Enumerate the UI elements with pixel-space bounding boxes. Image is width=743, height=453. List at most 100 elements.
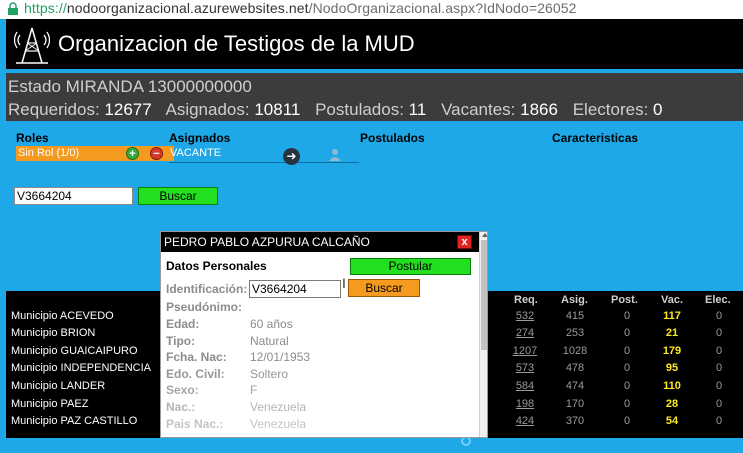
req-link[interactable]: 532 (505, 310, 545, 322)
post-value: 0 (623, 327, 631, 339)
modal-header: PEDRO PABLO AZPURUA CALCAÑO x (161, 232, 479, 252)
electores-value: 0 (653, 100, 663, 119)
col-header-postulados: Postulados (360, 131, 425, 145)
elec-value: 0 (715, 327, 723, 339)
postulados-value: 11 (408, 100, 427, 119)
elec-value: 0 (715, 380, 723, 392)
section-title: Datos Personales (166, 259, 267, 273)
field-label-identificacion: Identificación: (166, 282, 248, 296)
field-value-edad: 60 años (250, 317, 293, 331)
header-vac: Vac. (661, 294, 684, 306)
req-link[interactable]: 584 (505, 380, 545, 392)
vac-value: 117 (663, 310, 681, 322)
req-link[interactable]: 424 (505, 415, 545, 427)
municipio-name[interactable]: Municipio ACEVEDO (11, 310, 114, 322)
remove-icon[interactable]: − (150, 147, 163, 160)
req-link[interactable]: 198 (505, 398, 545, 410)
url-host: nodoorganizacional.azurewebsites.net (66, 0, 309, 16)
municipio-name[interactable]: Municipio GUAICAIPURO (11, 345, 138, 357)
postulados-label: Postulados: (315, 100, 404, 119)
stats-bar: Estado MIRANDA 13000000000 Requeridos: 1… (6, 71, 743, 121)
field-label-pais-nac: Pais Nac.: (166, 417, 224, 431)
modal-scrollbar[interactable] (479, 232, 487, 437)
search-button[interactable]: Buscar (138, 187, 218, 205)
elec-value: 0 (715, 362, 723, 374)
bottom-bar (0, 436, 743, 453)
url-scheme: https:// (24, 0, 67, 16)
col-header-caracteristicas: Caracteristicas (552, 131, 639, 145)
page-title: Organizacion de Testigos de la MUD (58, 31, 415, 56)
municipio-name[interactable]: Municipio LANDER (11, 380, 105, 392)
requeridos-value: 12677 (104, 100, 152, 119)
browser-url-bar[interactable]: https://nodoorganizacional.azurewebsites… (0, 0, 743, 19)
vac-value: 110 (663, 380, 681, 392)
asignado-item: VACANTE ➜ (169, 146, 359, 165)
asig-value: 474 (565, 380, 585, 392)
header-req: Req. (514, 294, 538, 306)
text-cursor-icon: I (342, 275, 346, 291)
add-icon[interactable]: + (126, 147, 139, 160)
municipio-name[interactable]: Municipio BRION (11, 327, 95, 339)
vac-value: 179 (662, 345, 682, 357)
req-link[interactable]: 573 (505, 362, 545, 374)
field-label-sexo: Sexo: (166, 383, 199, 397)
elec-value: 0 (715, 398, 723, 410)
asig-value: 478 (565, 362, 585, 374)
person-detail-modal: PEDRO PABLO AZPURUA CALCAÑO x Datos Pers… (160, 231, 488, 438)
url-text[interactable]: https://nodoorganizacional.azurewebsites… (24, 0, 577, 16)
vac-value: 95 (665, 362, 679, 374)
vacantes-value: 1866 (520, 100, 558, 119)
municipio-name[interactable]: Municipio PAEZ (11, 398, 88, 410)
req-link[interactable]: 1207 (505, 345, 545, 357)
req-link[interactable]: 274 (505, 327, 545, 339)
asig-value: 253 (565, 327, 585, 339)
scroll-up-icon[interactable] (482, 233, 487, 237)
field-value-edo-civil: Soltero (250, 367, 289, 381)
vac-value: 28 (665, 398, 679, 410)
requeridos-label: Requeridos: (8, 100, 100, 119)
estado-label: Estado MIRANDA 13000000000 (8, 77, 252, 96)
app-header: Organizacion de Testigos de la MUD (6, 19, 743, 69)
modal-title: PEDRO PABLO AZPURUA CALCAÑO (164, 235, 370, 249)
stats-counts: Requeridos: 12677 Asignados: 10811 Postu… (8, 100, 673, 120)
header-asig: Asig. (561, 294, 588, 306)
elec-value: 0 (715, 415, 723, 427)
field-label-pseudonimo: Pseudónimo: (166, 300, 243, 314)
search-input[interactable] (14, 187, 133, 205)
asignados-value: 10811 (254, 100, 301, 119)
role-item[interactable]: Sin Rol (1/0) + − (16, 146, 174, 161)
asig-value: 170 (565, 398, 585, 410)
vac-value: 21 (665, 327, 679, 339)
close-button[interactable]: x (457, 235, 472, 249)
elec-value: 0 (715, 345, 723, 357)
modal-buscar-button[interactable]: Buscar (348, 279, 420, 297)
municipio-name[interactable]: Municipio PAZ CASTILLO (11, 415, 137, 427)
field-value-sexo: F (250, 383, 258, 397)
scroll-thumb[interactable] (481, 240, 487, 350)
role-label: Sin Rol (1/0) (18, 147, 80, 159)
asig-value: 1028 (562, 345, 588, 357)
post-value: 0 (623, 310, 631, 322)
url-path: /NodoOrganizacional.aspx?IdNodo=26052 (308, 0, 577, 16)
field-label-tipo: Tipo: (166, 334, 196, 348)
arrow-right-icon[interactable]: ➜ (283, 148, 300, 165)
field-value-tipo: Natural (250, 334, 289, 348)
electores-label: Electores: (572, 100, 649, 119)
post-value: 0 (623, 415, 631, 427)
elec-value: 0 (715, 310, 723, 322)
identificacion-input[interactable] (249, 280, 341, 298)
post-value: 0 (623, 398, 631, 410)
post-value: 0 (623, 362, 631, 374)
post-value: 0 (623, 345, 631, 357)
vac-value: 54 (665, 415, 679, 427)
field-label-nac: Nac.: (166, 400, 196, 414)
field-label-fecha-nac: Fcha. Nac: (166, 350, 227, 364)
field-label-edad: Edad: (166, 317, 200, 331)
municipio-name[interactable]: Municipio INDEPENDENCIA (11, 362, 151, 374)
asignado-label: VACANTE (170, 147, 222, 159)
person-icon[interactable] (327, 148, 343, 162)
col-header-asignados: Asignados (169, 131, 231, 145)
field-label-edo-civil: Edo. Civil: (166, 367, 225, 381)
header-post: Post. (611, 294, 638, 306)
postular-button[interactable]: Postular (350, 258, 471, 275)
